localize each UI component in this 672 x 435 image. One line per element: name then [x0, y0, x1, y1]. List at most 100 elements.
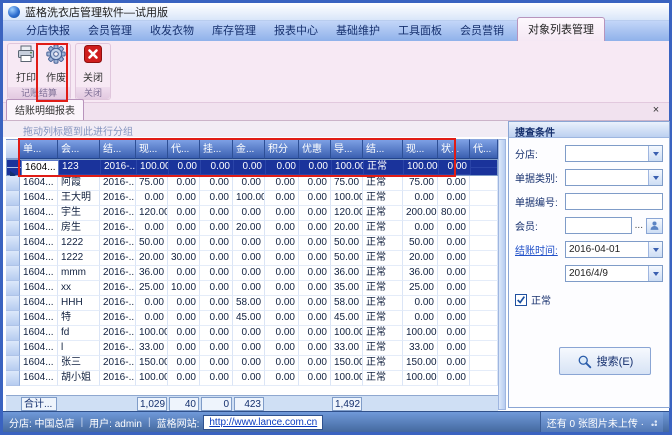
grid-column-header-7[interactable]: 金... — [233, 139, 265, 159]
grid-column-header-3[interactable]: 结... — [100, 139, 136, 159]
grid-column-header-14[interactable]: 代... — [470, 139, 498, 159]
menu-item-7[interactable]: 工具面板 — [389, 19, 451, 41]
footer-total-value: 0 — [201, 397, 232, 411]
table-row[interactable]: 1604...1232016-...100.000.000.000.000.00… — [6, 159, 498, 176]
search-field-label[interactable]: 结账时间: — [515, 242, 565, 257]
grid-column-header-5[interactable]: 代... — [168, 139, 200, 159]
table-row[interactable]: 1604...特2016-...0.000.000.0045.000.000.0… — [6, 311, 498, 326]
chevron-down-icon[interactable] — [648, 266, 662, 281]
search-field-control: 2016-04-01 — [565, 241, 663, 258]
grid-cell: 房生 — [58, 221, 100, 236]
menu-item-6[interactable]: 基础维护 — [327, 19, 389, 41]
grid-cell: 100.00 — [136, 326, 168, 341]
grid-cell: 33.00 — [136, 341, 168, 356]
grid-column-header-2[interactable]: 会... — [58, 139, 100, 159]
print-button[interactable]: 打印 — [11, 44, 41, 84]
check-icon — [516, 295, 526, 305]
grid-cell: mmm — [58, 266, 100, 281]
menu-item-2[interactable]: 会员管理 — [79, 19, 141, 41]
dropdown-1[interactable] — [565, 145, 663, 162]
grid-cell: 0.00 — [299, 341, 331, 356]
grid-cell: 1604... — [20, 326, 58, 341]
site-url-link[interactable]: http://www.lance.com.cn — [209, 417, 317, 428]
grid-cell: 2016-... — [100, 266, 136, 281]
menu-item-5[interactable]: 报表中心 — [265, 19, 327, 41]
vertical-scrollbar[interactable] — [498, 139, 506, 410]
grid-cell: 33.00 — [403, 341, 438, 356]
tab-object-list-management[interactable]: 对象列表管理 — [517, 17, 605, 41]
dropdown-6[interactable]: 2016/4/9 — [565, 265, 663, 282]
tab-settlement-detail-report[interactable]: 结账明细报表 — [6, 99, 84, 120]
dropdown-5[interactable]: 2016-04-01 — [565, 241, 663, 258]
dropdown-2[interactable] — [565, 169, 663, 186]
chevron-down-icon[interactable] — [648, 146, 662, 161]
ellipsis-button[interactable]: ... — [632, 220, 646, 231]
grid-cell: 正常 — [363, 281, 403, 296]
grid-column-header-6[interactable]: 挂... — [200, 139, 233, 159]
normal-checkbox[interactable] — [515, 294, 527, 306]
table-row[interactable]: 1604...mmm2016-...36.000.000.000.000.000… — [6, 266, 498, 281]
grid-column-header-10[interactable]: 导... — [331, 139, 363, 159]
grid-cell: 0.00 — [233, 326, 265, 341]
grid-cell: 120.00 — [136, 206, 168, 221]
grid-cell: 正常 — [363, 371, 403, 386]
grid-column-header-12[interactable]: 现... — [403, 139, 438, 159]
grid-cell: 0.00 — [299, 221, 331, 236]
grid-cell: 75.00 — [136, 176, 168, 191]
grid-cell: 0.00 — [300, 160, 332, 175]
text-input-3[interactable] — [565, 193, 663, 210]
menu-item-4[interactable]: 库存管理 — [203, 19, 265, 41]
grid-cell: 正常 — [363, 326, 403, 341]
close-button[interactable]: 关闭 — [78, 44, 108, 84]
grid-body: 1604...1232016-...100.000.000.000.000.00… — [6, 159, 498, 386]
table-row[interactable]: 1604...12222016-...20.0030.000.000.000.0… — [6, 251, 498, 266]
resize-grip[interactable] — [649, 418, 657, 426]
table-row[interactable]: 1604...王大明2016-...0.000.000.00100.000.00… — [6, 191, 498, 206]
grid-cell: 0.00 — [168, 191, 200, 206]
grid-cell: 0.00 — [265, 296, 299, 311]
printer-icon — [16, 44, 36, 67]
grid-cell: 2016-... — [100, 206, 136, 221]
grid-cell: 0.00 — [299, 191, 331, 206]
grid-cell: 150.00 — [403, 356, 438, 371]
table-row[interactable]: 1604...房生2016-...0.000.000.0020.000.000.… — [6, 221, 498, 236]
search-field-control: ... — [565, 217, 663, 234]
void-button[interactable]: 作废 — [41, 44, 71, 84]
grid-cell: 100.00 — [332, 160, 364, 175]
table-row[interactable]: 1604...张三2016-...150.000.000.000.000.000… — [6, 356, 498, 371]
menu-item-8[interactable]: 会员营销 — [451, 19, 513, 41]
table-row[interactable]: 1604...阿霞2016-...75.000.000.000.000.000.… — [6, 176, 498, 191]
menu-item-1[interactable]: 分店快报 — [17, 19, 79, 41]
row-indicator — [6, 311, 20, 326]
search-panel-title: 搜查条件 — [509, 122, 669, 138]
table-row[interactable]: 1604...fd2016-...100.000.000.000.000.000… — [6, 326, 498, 341]
search-button[interactable]: 搜索(E) — [559, 347, 651, 375]
grid-cell: 0.00 — [136, 311, 168, 326]
table-row[interactable]: 1604...HHH2016-...0.000.000.0058.000.000… — [6, 296, 498, 311]
grid-cell: 1604... — [20, 236, 58, 251]
table-row[interactable]: 1604...宇生2016-...120.000.000.000.000.000… — [6, 206, 498, 221]
grid-cell: 2016-... — [100, 221, 136, 236]
chevron-down-icon[interactable] — [648, 170, 662, 185]
close-icon[interactable]: × — [650, 105, 662, 117]
menu-item-3[interactable]: 收发衣物 — [141, 19, 203, 41]
search-field-label: 单据类别: — [515, 170, 565, 185]
grid-column-header-8[interactable]: 积分 — [265, 139, 299, 159]
table-row[interactable]: 1604...l2016-...33.000.000.000.000.000.0… — [6, 341, 498, 356]
table-row[interactable]: 1604...胡小姐2016-...100.000.000.000.000.00… — [6, 371, 498, 386]
grid-column-header-13[interactable]: 状... — [438, 139, 470, 159]
search-field-row: 单据编号: — [515, 193, 663, 210]
grid-cell: 正常 — [363, 251, 403, 266]
chevron-down-icon[interactable] — [648, 242, 662, 257]
table-row[interactable]: 1604...xx2016-...25.0010.000.000.000.000… — [6, 281, 498, 296]
grid-column-header-4[interactable]: 现... — [136, 139, 168, 159]
table-row[interactable]: 1604...12222016-...50.000.000.000.000.00… — [6, 236, 498, 251]
grid-column-header-9[interactable]: 优惠 — [299, 139, 331, 159]
grid-cell: 0.00 — [265, 206, 299, 221]
member-input[interactable] — [565, 217, 632, 234]
grid-cell: 1604... — [20, 206, 58, 221]
grid-cell: 100.00 — [331, 191, 363, 206]
grid-column-header-1[interactable]: 单... — [20, 139, 58, 159]
grid-column-header-11[interactable]: 结... — [363, 139, 403, 159]
member-lookup-button[interactable] — [646, 218, 663, 234]
